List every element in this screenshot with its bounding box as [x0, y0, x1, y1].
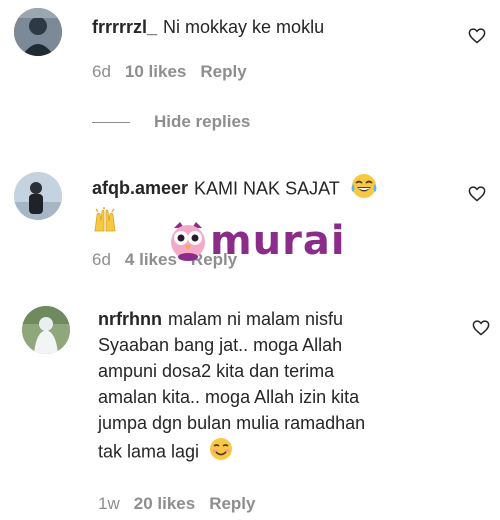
hide-replies-button[interactable]: Hide replies	[92, 112, 250, 132]
watermark-text: murai	[210, 218, 346, 264]
comment-text-line: tak lama lagi	[98, 441, 200, 462]
comment-text: KAMI NAK SAJAT	[194, 178, 340, 199]
avatar[interactable]	[14, 172, 62, 220]
comment-text: Ni mokkay ke moklu	[163, 17, 325, 37]
heart-icon[interactable]	[468, 186, 486, 202]
comment-text-line: jumpa dgn bulan mulia ramadhan	[98, 413, 366, 433]
likes-count[interactable]: 10 likes	[125, 62, 186, 81]
likes-count[interactable]: 20 likes	[134, 494, 195, 513]
reply-button[interactable]: Reply	[200, 62, 246, 81]
timestamp[interactable]: 6d	[92, 250, 111, 269]
avatar[interactable]	[22, 306, 70, 354]
tears-of-joy-emoji-icon	[350, 172, 378, 207]
heart-icon[interactable]	[472, 320, 490, 336]
username[interactable]: afqb.ameer	[92, 178, 188, 198]
username[interactable]: frrrrrzl_	[92, 17, 157, 37]
username[interactable]: nrfrhnn	[98, 309, 162, 329]
comments-page: frrrrrzl_ Ni mokkay ke moklu 6d 10 likes Re…	[0, 0, 500, 520]
smiling-emoji-icon	[208, 436, 234, 469]
divider-line	[92, 121, 130, 123]
raising-hands-emoji-icon	[92, 207, 118, 240]
watermark-logo: murai	[168, 218, 346, 264]
owl-logo-icon	[171, 222, 205, 261]
timestamp[interactable]: 6d	[92, 62, 111, 81]
comment-text-line: Syaaban bang jat.. moga Allah	[98, 335, 343, 355]
avatar[interactable]	[14, 8, 62, 56]
reply-button[interactable]: Reply	[209, 494, 255, 513]
comment-text-line: ampuni dosa2 kita dan terima	[98, 361, 335, 381]
hide-replies-label: Hide replies	[154, 112, 251, 131]
heart-icon[interactable]	[468, 28, 486, 44]
comment-text-line: malam ni malam nisfu	[167, 309, 344, 329]
timestamp[interactable]: 1w	[98, 494, 120, 513]
comment-meta: 6d 10 likes Reply	[92, 62, 261, 82]
comment-text-line: amalan kita.. moga Allah izin kita	[98, 387, 360, 407]
comment-meta: 1w 20 likes Reply	[98, 494, 269, 514]
comment-body: nrfrhnn malam ni malam nisfu Syaaban bang…	[98, 306, 458, 469]
comment-body: frrrrrzl_ Ni mokkay ke moklu	[92, 14, 324, 40]
